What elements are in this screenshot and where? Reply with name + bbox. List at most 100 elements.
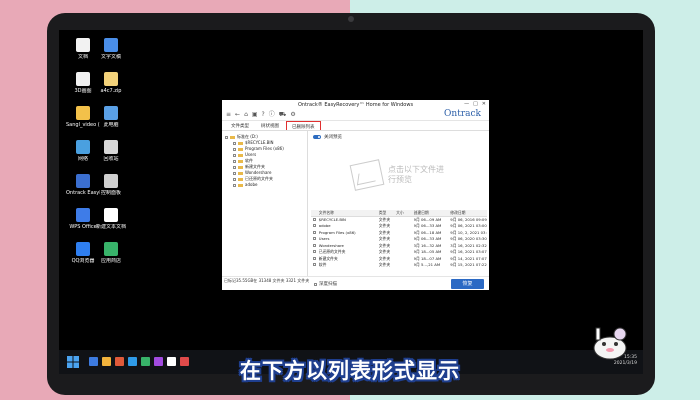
preview-toggle-label: 关闭预览	[324, 135, 342, 140]
cell-created: 9月 5...,21 AM	[413, 262, 441, 267]
video-subtitle: 在下方以列表形式显示	[240, 359, 460, 383]
app-icon	[104, 242, 118, 256]
folder-icon	[238, 159, 243, 163]
desktop-icon[interactable]: 应用商店	[94, 242, 128, 264]
tree-checkbox[interactable]	[233, 147, 236, 151]
file-table: 文件名称 类型 大小 创建日期 修改日期 $RECYCLE.BIN 文件夹 9月 0…	[311, 210, 487, 269]
checkbox[interactable]	[313, 250, 316, 253]
app-icon	[104, 106, 118, 120]
settings-icon[interactable]: ⚙	[290, 111, 295, 118]
folder-icon	[238, 177, 243, 181]
desktop-icon-label: 文字文稿	[100, 54, 121, 60]
tree-checkbox[interactable]	[233, 165, 236, 169]
app-icon	[104, 174, 118, 188]
app-icon	[76, 174, 90, 188]
header-check[interactable]	[311, 210, 319, 216]
header-type[interactable]: 类型	[379, 210, 396, 216]
tab-tree-view[interactable]: 树状视图	[256, 121, 284, 130]
menu-icon[interactable]: ≡	[226, 111, 231, 118]
save-icon[interactable]: ▣	[252, 111, 258, 118]
toolbar: ≡ ← ⌂ ▣ ? ⓘ ⛟ ⚙ Ontrack	[222, 109, 489, 121]
folder-icon	[238, 141, 243, 145]
toggle-switch[interactable]	[313, 135, 321, 139]
cell-type: 文件夹	[378, 262, 391, 267]
desktop-icon-label: a4c7.zip	[100, 88, 122, 94]
tree-item-label: adobe	[245, 182, 258, 187]
header-created[interactable]: 创建日期	[414, 210, 451, 216]
app-icon	[76, 106, 90, 120]
header-name[interactable]: 文件名称	[319, 210, 379, 216]
help-icon[interactable]: ?	[262, 111, 265, 118]
desktop-icon[interactable]: 回收站	[94, 140, 128, 162]
tree-item[interactable]: adobe	[222, 182, 307, 188]
tree-checkbox[interactable]	[233, 183, 236, 187]
app-icon	[76, 208, 90, 222]
header-size[interactable]: 大小	[396, 210, 413, 216]
folder-icon	[238, 165, 243, 169]
bottom-bar: 深度扫描 恢复	[222, 276, 489, 290]
brand-logo: Ontrack	[444, 109, 481, 119]
tree-checkbox[interactable]	[233, 141, 236, 145]
image-placeholder-icon	[349, 158, 385, 191]
tree-checkbox[interactable]	[233, 177, 236, 181]
folder-icon	[238, 153, 243, 157]
tree-checkbox[interactable]	[233, 171, 236, 175]
preview-and-list: 关闭预览 点击以下文件进行预览 文件名称 类型 大小 创建日期 修改日期 $RE…	[309, 131, 489, 276]
desktop-icon[interactable]: 此电脑	[94, 106, 128, 128]
desktop-icon-label: 控制面板	[100, 190, 121, 196]
desktop-icon[interactable]: 新建文本文档	[94, 208, 128, 230]
folder-icon	[230, 135, 235, 139]
desktop-icon-label: 新建文本文档	[95, 224, 126, 230]
checkbox[interactable]	[313, 263, 316, 266]
tab-file-types[interactable]: 文件类型	[226, 121, 254, 130]
restore-button[interactable]: 恢复	[451, 279, 484, 289]
desktop-icon-label: 回收站	[103, 156, 119, 162]
desktop-icon[interactable]: 控制面板	[94, 174, 128, 196]
view-tabs: 文件类型 树状视图 已删除列表	[222, 121, 489, 131]
app-icon	[104, 38, 118, 52]
checkbox[interactable]	[313, 237, 316, 240]
app-icon	[104, 208, 118, 222]
desktop-icon[interactable]: 文字文稿	[94, 38, 128, 60]
window-title: Ontrack® EasyRecovery™ Home for Windows	[297, 101, 414, 108]
tree-checkbox[interactable]	[233, 153, 236, 157]
app-icon	[76, 38, 90, 52]
maximize-button[interactable]: □	[473, 101, 478, 107]
folder-icon	[238, 147, 243, 151]
desktop-screen: 文档文字文稿3D画图a4c7.zipSangl_video (192.168.1…	[59, 30, 643, 374]
tab-deleted-list[interactable]: 已删除列表	[286, 121, 321, 130]
back-icon[interactable]: ←	[235, 111, 240, 118]
header-modified[interactable]: 修改日期	[450, 210, 487, 216]
home-icon[interactable]: ⌂	[244, 111, 248, 118]
checkbox[interactable]	[313, 256, 316, 260]
app-icon	[76, 72, 90, 86]
tree-checkbox[interactable]	[233, 159, 236, 163]
app-icon	[76, 140, 90, 154]
cart-icon[interactable]: ⛟	[279, 111, 287, 118]
cell-size	[396, 262, 413, 269]
minimize-button[interactable]: —	[464, 101, 469, 107]
app-icon	[104, 72, 118, 86]
checkbox[interactable]	[313, 217, 316, 221]
table-row[interactable]: 软件 文件夹 9月 5...,21 AM 9月 15, 2021 07:22 AM	[311, 262, 487, 269]
folder-icon	[238, 171, 243, 175]
tree-checkbox[interactable]	[225, 135, 228, 139]
folder-icon	[238, 183, 243, 187]
app-icon	[76, 242, 90, 256]
checkbox[interactable]	[313, 224, 316, 227]
cell-name: 软件	[318, 262, 327, 267]
desktop-icon[interactable]: a4c7.zip	[94, 72, 128, 94]
row-checkbox[interactable]	[311, 262, 319, 269]
camera-icon	[348, 16, 354, 22]
folder-tree: 标准在 (D:) $RECYCLE.BIN Program Files (x86) U…	[222, 131, 309, 283]
preview-toggle[interactable]: 关闭预览	[313, 134, 342, 140]
deep-scan-checkbox[interactable]	[314, 282, 317, 286]
checkbox[interactable]	[313, 243, 316, 247]
checkbox[interactable]	[313, 230, 316, 234]
info-icon[interactable]: ⓘ	[269, 111, 275, 118]
close-button[interactable]: ✕	[482, 101, 486, 107]
preview-message: 点击以下文件进行预览	[388, 164, 444, 184]
deep-scan-label: 深度扫描	[319, 282, 337, 287]
deep-scan-option[interactable]: 深度扫描	[314, 281, 337, 287]
desktop-icon-label: 此电脑	[103, 122, 119, 128]
